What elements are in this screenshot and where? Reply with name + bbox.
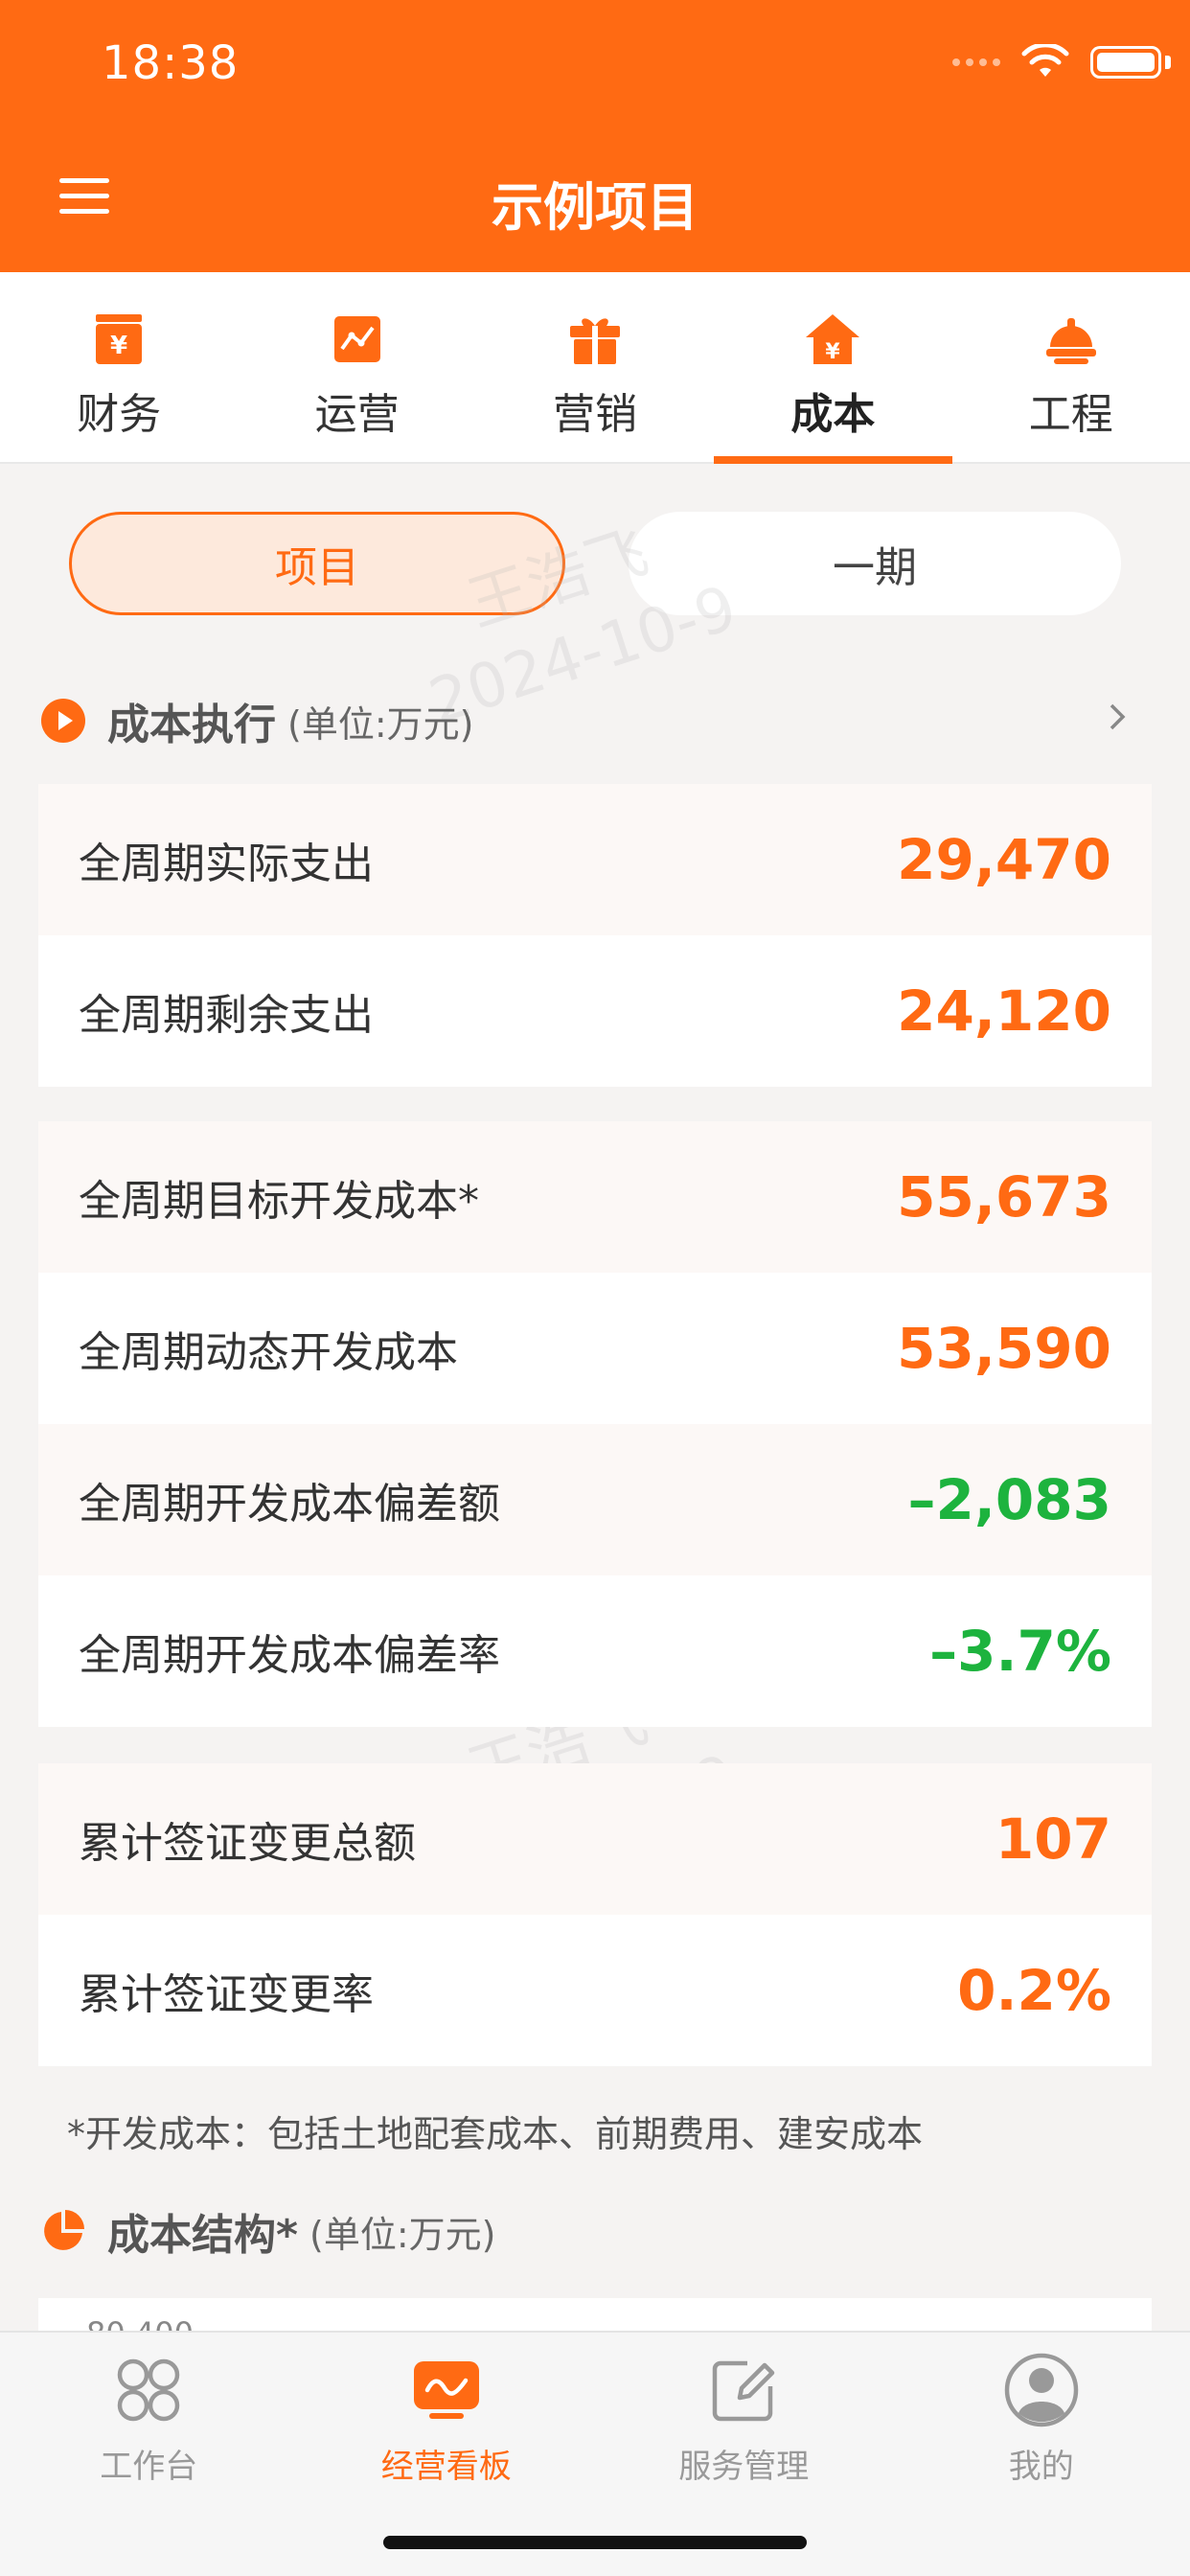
house-yen-icon: ¥ (806, 314, 860, 364)
tab-cost[interactable]: ¥ 成本 (714, 272, 952, 464)
section-title: 成本执行 (107, 701, 276, 749)
footnote: *开发成本：包括土地配套成本、前期费用、建安成本 (67, 2113, 924, 2155)
app-header: 18:38 示例项目 (0, 0, 1190, 272)
metric-value: 0.2% (957, 1958, 1111, 2023)
svg-text:¥: ¥ (826, 340, 841, 364)
metric-row[interactable]: 全周期实际支出 29,470 (38, 784, 1152, 935)
nav-label: 工作台 (100, 2448, 198, 2486)
metric-row[interactable]: 累计签证变更率 0.2% (38, 1915, 1152, 2066)
battery-icon (1090, 46, 1161, 79)
finance-yen-icon: ¥ (96, 314, 143, 364)
cost-card-development: 全周期目标开发成本* 55,673 全周期动态开发成本 53,590 全周期开发… (38, 1121, 1152, 1727)
edit-icon (713, 2360, 775, 2422)
metric-row[interactable]: 累计签证变更总额 107 (38, 1763, 1152, 1915)
user-avatar-icon (1004, 2353, 1078, 2427)
metric-value: –3.7% (929, 1619, 1111, 1684)
tab-marketing[interactable]: 营销 (476, 272, 714, 462)
chart-line-icon (333, 316, 380, 362)
tab-label: 成本 (790, 390, 876, 439)
home-indicator (383, 2536, 807, 2549)
metric-label: 全周期开发成本偏差额 (79, 1480, 500, 1529)
metric-label: 累计签证变更总额 (79, 1819, 416, 1868)
gift-icon (569, 318, 620, 364)
page-title: 示例项目 (492, 177, 698, 238)
tab-label: 运营 (314, 390, 400, 439)
section-unit: (单位:万元) (287, 702, 474, 746)
pie-chart-icon (44, 2210, 84, 2250)
svg-text:¥: ¥ (110, 332, 127, 360)
metric-value: 29,470 (897, 827, 1111, 892)
section-unit: (单位:万元) (309, 2213, 496, 2256)
metric-label: 全周期开发成本偏差率 (79, 1631, 500, 1680)
tab-operations[interactable]: 运营 (238, 272, 475, 462)
status-icons (952, 44, 1171, 80)
metric-label: 全周期剩余支出 (79, 991, 374, 1040)
metric-row[interactable]: 全周期剩余支出 24,120 (38, 935, 1152, 1087)
battery-tip (1165, 56, 1171, 69)
metric-value: 53,590 (897, 1316, 1111, 1381)
segment-phase-button[interactable]: 一期 (629, 512, 1121, 615)
metric-value: 107 (995, 1806, 1111, 1872)
section-cost-structure: 成本结构* (单位:万元) (40, 2202, 495, 2260)
signal-icon (952, 58, 1000, 66)
metric-value: –2,083 (907, 1467, 1111, 1532)
nav-workbench[interactable]: 工作台 (0, 2333, 298, 2576)
nav-label: 服务管理 (678, 2448, 810, 2486)
metric-label: 全周期动态开发成本 (79, 1328, 458, 1377)
metric-label: 累计签证变更率 (79, 1970, 374, 2019)
tab-label: 营销 (552, 390, 637, 439)
nav-mine[interactable]: 我的 (893, 2333, 1190, 2576)
four-circles-icon (118, 2358, 180, 2422)
status-time: 18:38 (102, 36, 240, 90)
metric-row[interactable]: 全周期开发成本偏差率 –3.7% (38, 1576, 1152, 1727)
helmet-icon (1045, 318, 1096, 364)
metric-label: 全周期实际支出 (79, 840, 374, 888)
metric-row[interactable]: 全周期开发成本偏差额 –2,083 (38, 1424, 1152, 1576)
tab-label: 工程 (1028, 390, 1113, 439)
category-tabs: ¥ 财务 运营 营销 ¥ 成本 工程 (0, 272, 1190, 464)
cost-card-spending: 全周期实际支出 29,470 全周期剩余支出 24,120 (38, 784, 1152, 1087)
segment-project-button[interactable]: 项目 (69, 512, 565, 615)
metric-row[interactable]: 全周期动态开发成本 53,590 (38, 1273, 1152, 1424)
metric-value: 24,120 (897, 978, 1111, 1044)
metric-row[interactable]: 全周期目标开发成本* 55,673 (38, 1121, 1152, 1273)
section-cost-execution[interactable]: 成本执行 (单位:万元) (40, 692, 473, 749)
tab-engineering[interactable]: 工程 (952, 272, 1190, 462)
wifi-icon (1021, 44, 1069, 77)
chevron-right-icon[interactable] (1100, 700, 1134, 734)
dashboard-icon (413, 2361, 479, 2419)
section-title: 成本结构* (107, 2211, 299, 2260)
active-tab-indicator (714, 456, 952, 464)
metric-value: 55,673 (897, 1164, 1111, 1230)
nav-label: 我的 (1008, 2448, 1074, 2486)
metric-label: 全周期目标开发成本* (79, 1177, 479, 1226)
tab-label: 财务 (77, 390, 162, 439)
play-circle-icon (41, 699, 85, 743)
cost-card-changes: 累计签证变更总额 107 累计签证变更率 0.2% (38, 1763, 1152, 2066)
tab-finance[interactable]: ¥ 财务 (0, 272, 238, 462)
nav-label: 经营看板 (380, 2448, 512, 2486)
